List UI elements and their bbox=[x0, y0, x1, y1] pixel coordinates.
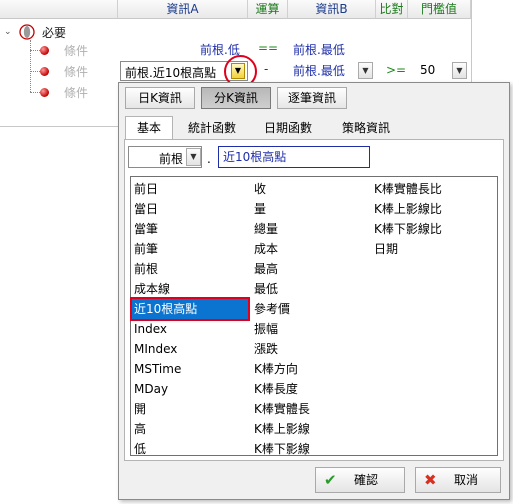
list-item[interactable]: 收 bbox=[254, 179, 372, 199]
header-compare: 比對 bbox=[376, 0, 408, 19]
list-item[interactable]: 最低 bbox=[254, 279, 372, 299]
list-item[interactable]: K棒長度 bbox=[254, 379, 372, 399]
tick-info-button[interactable]: 逐筆資訊 bbox=[277, 87, 347, 109]
chevron-down-icon[interactable]: ▼ bbox=[186, 148, 201, 166]
list-item[interactable]: K棒實體長比 bbox=[374, 179, 492, 199]
tab-strategy-info[interactable]: 策略資訊 bbox=[331, 117, 401, 139]
root-label[interactable]: 必要 bbox=[42, 24, 66, 41]
condition-label[interactable]: 條件 bbox=[64, 42, 88, 59]
list-item[interactable]: 振幅 bbox=[254, 319, 372, 339]
dot-separator: . bbox=[207, 152, 211, 166]
close-icon: ✖ bbox=[424, 471, 437, 489]
list-item[interactable]: MSTime bbox=[134, 359, 252, 379]
daily-k-button[interactable]: 日K資訊 bbox=[125, 87, 195, 109]
row2-compare[interactable]: >= bbox=[386, 63, 406, 77]
list-item[interactable]: 參考價 bbox=[254, 299, 372, 319]
list-item[interactable]: K棒下影線 bbox=[254, 439, 372, 459]
list-item[interactable]: MDay bbox=[134, 379, 252, 399]
list-column-3: K棒實體長比 K棒上影線比 K棒下影線比 日期 bbox=[374, 179, 492, 259]
row2-threshold-dropdown-icon[interactable]: ▼ bbox=[452, 62, 467, 79]
list-item[interactable]: 前根 bbox=[134, 259, 252, 279]
list-item[interactable]: 開 bbox=[134, 399, 252, 419]
collapse-arrow-icon[interactable]: ⌄ bbox=[4, 27, 12, 37]
row2-info-a-value: 前根.近10根高點 bbox=[125, 66, 217, 80]
field-picker-dialog: 日K資訊 分K資訊 逐筆資訊 基本 統計函數 日期函數 策略資訊 前根 ▼ . … bbox=[118, 82, 510, 500]
tab-date-functions[interactable]: 日期函數 bbox=[253, 117, 323, 139]
list-item[interactable]: 量 bbox=[254, 199, 372, 219]
tree-line bbox=[30, 40, 31, 92]
header-blank bbox=[0, 0, 118, 19]
header-threshold: 門檻值 bbox=[408, 0, 471, 19]
row2-info-b-dropdown-icon[interactable]: ▼ bbox=[358, 62, 373, 79]
row2-info-b[interactable]: 前根.最低 bbox=[293, 62, 345, 79]
field-name-input[interactable]: 近10根高點 bbox=[218, 146, 370, 168]
cancel-button[interactable]: ✖ 取消 bbox=[415, 467, 501, 493]
group-toggle-icon[interactable] bbox=[19, 24, 35, 40]
list-item[interactable]: 前筆 bbox=[134, 239, 252, 259]
list-item[interactable]: 成本線 bbox=[134, 279, 252, 299]
list-item[interactable]: 當日 bbox=[134, 199, 252, 219]
list-item[interactable]: 日期 bbox=[374, 239, 492, 259]
list-item[interactable]: K棒下影線比 bbox=[374, 219, 492, 239]
confirm-button[interactable]: ✔ 確認 bbox=[315, 467, 405, 493]
condition-bullet-icon bbox=[40, 67, 49, 76]
list-item[interactable]: K棒上影線 bbox=[254, 419, 372, 439]
field-listbox[interactable]: 前日 當日 當筆 前筆 前根 成本線 近10根高點 Index MIndex MSTime MDay… bbox=[130, 176, 498, 456]
bar-select-value: 前根 bbox=[159, 152, 184, 166]
bar-select[interactable]: 前根 ▼ bbox=[128, 146, 202, 168]
row2-threshold[interactable]: 50 bbox=[420, 63, 435, 77]
list-item[interactable]: 總量 bbox=[254, 219, 372, 239]
row1-info-b[interactable]: 前根.最低 bbox=[293, 41, 345, 58]
tab-statistics[interactable]: 統計函數 bbox=[177, 117, 247, 139]
list-item[interactable]: 高 bbox=[134, 419, 252, 439]
condition-label[interactable]: 條件 bbox=[64, 84, 88, 101]
list-item[interactable]: 漲跌 bbox=[254, 339, 372, 359]
tab-panel: 前根 ▼ . 近10根高點 前日 當日 當筆 前筆 前根 成本線 近10根高點 Index MI… bbox=[124, 139, 504, 461]
list-item-selected[interactable]: 近10根高點 bbox=[130, 297, 250, 321]
tab-basic[interactable]: 基本 bbox=[125, 116, 173, 140]
list-item[interactable]: K棒方向 bbox=[254, 359, 372, 379]
header-info-b: 資訊B bbox=[288, 0, 376, 19]
list-item[interactable]: K棒上影線比 bbox=[374, 199, 492, 219]
list-item[interactable]: 前日 bbox=[134, 179, 252, 199]
list-item[interactable]: 最高 bbox=[254, 259, 372, 279]
list-item[interactable]: 成本 bbox=[254, 239, 372, 259]
header-operation: 運算 bbox=[248, 0, 288, 19]
list-item[interactable]: K棒實體長 bbox=[254, 399, 372, 419]
condition-label[interactable]: 條件 bbox=[64, 63, 88, 80]
confirm-label: 確認 bbox=[354, 473, 379, 487]
row2-operation[interactable]: - bbox=[264, 62, 268, 76]
list-item[interactable]: 低 bbox=[134, 439, 252, 459]
cancel-label: 取消 bbox=[454, 473, 479, 487]
list-item[interactable]: 當筆 bbox=[134, 219, 252, 239]
minute-k-button[interactable]: 分K資訊 bbox=[201, 87, 271, 109]
condition-bullet-icon bbox=[40, 46, 49, 55]
condition-bullet-icon bbox=[40, 88, 49, 97]
row1-operation[interactable]: == bbox=[258, 41, 278, 55]
header-info-a: 資訊A bbox=[118, 0, 248, 19]
list-item[interactable]: MIndex bbox=[134, 339, 252, 359]
list-item[interactable]: Index bbox=[134, 319, 252, 339]
list-column-1: 前日 當日 當筆 前筆 前根 成本線 近10根高點 Index MIndex MSTime MDay… bbox=[130, 179, 252, 459]
list-column-2: 收量總量 成本 最高 最低 參考價 振幅 漲跌 K棒方向 K棒長度 K棒實體長 K棒上影線 K棒下影線 bbox=[254, 179, 372, 459]
checkmark-icon: ✔ bbox=[324, 471, 337, 489]
